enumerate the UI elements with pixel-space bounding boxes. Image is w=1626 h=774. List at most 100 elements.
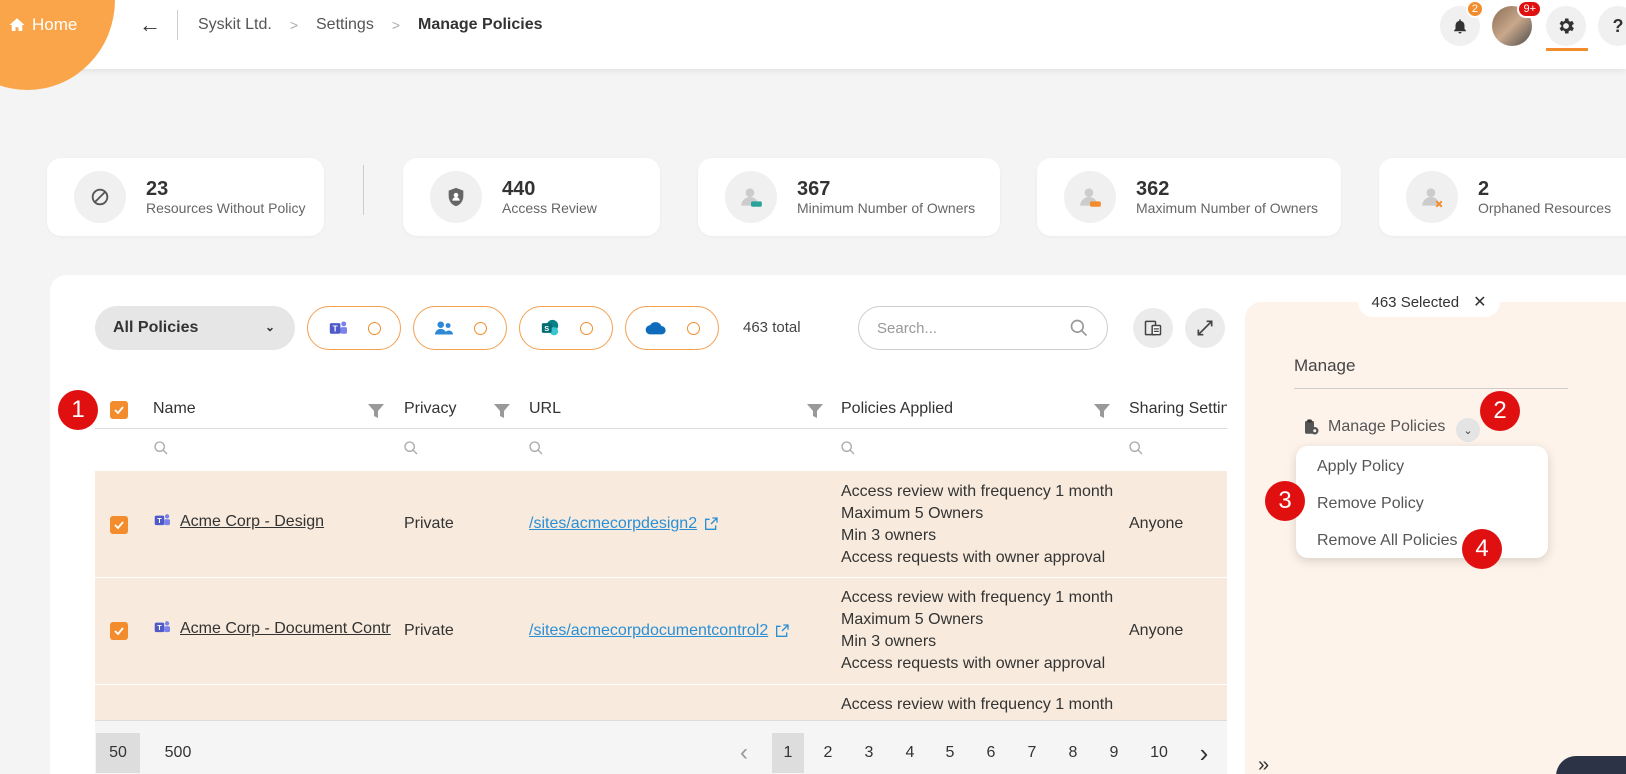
url-link[interactable]: /sites/acmecorpdesign2 [529, 515, 719, 533]
column-header-name[interactable]: Name [153, 400, 196, 418]
search-input[interactable]: Search... [858, 306, 1108, 350]
back-arrow-icon[interactable]: ← [139, 12, 161, 38]
stat-card-max-owners[interactable]: 362 Maximum Number of Owners [1037, 158, 1341, 236]
user-min-icon [725, 171, 777, 223]
svg-text:T: T [332, 324, 337, 333]
stat-card-orphaned[interactable]: 2 Orphaned Resources [1379, 158, 1626, 236]
next-page-icon[interactable]: › [1192, 733, 1216, 773]
stat-divider [363, 165, 364, 215]
breadcrumb-org[interactable]: Syskit Ltd. [198, 16, 272, 34]
column-header-privacy[interactable]: Privacy [404, 400, 456, 418]
settings-button[interactable] [1546, 6, 1586, 46]
page-size-option[interactable]: 500 [158, 733, 198, 773]
stat-card-without-policy[interactable]: 23 Resources Without Policy [47, 158, 324, 236]
search-icon[interactable] [1128, 440, 1144, 456]
resource-name-link[interactable]: Acme Corp - Design [180, 513, 396, 531]
stat-card-access-review[interactable]: 440 Access Review [403, 158, 660, 236]
filter-icon[interactable] [367, 402, 385, 420]
notifications-button[interactable]: 2 [1440, 0, 1484, 46]
teams-icon: T [329, 321, 347, 334]
filter-chip-teams[interactable]: T [307, 306, 401, 350]
onedrive-icon [645, 322, 666, 335]
expand-button[interactable] [1185, 308, 1225, 348]
policy-item: Access requests with owner approval [841, 549, 1106, 566]
policy-item: Min 3 owners [841, 527, 937, 544]
active-indicator [1546, 48, 1588, 51]
filter-chip-onedrive[interactable] [625, 306, 719, 350]
stat-label: Access Review [502, 200, 597, 216]
menu-item-apply-policy[interactable]: Apply Policy [1317, 458, 1404, 476]
home-link[interactable]: Home [8, 15, 77, 35]
chat-widget[interactable] [1556, 756, 1626, 774]
row-checkbox[interactable] [110, 622, 128, 640]
sharing-value: Anyone [1129, 622, 1184, 639]
column-header-url[interactable]: URL [529, 400, 561, 418]
filter-chip-toggle [473, 321, 487, 335]
stat-value: 440 [502, 178, 536, 200]
row-checkbox[interactable] [110, 516, 128, 534]
external-link-icon [776, 624, 789, 637]
bell-icon [1454, 19, 1466, 34]
page-number[interactable]: 10 [1139, 733, 1179, 773]
prev-page-icon[interactable]: ‹ [732, 733, 756, 773]
user-orphan-icon [1406, 171, 1458, 223]
menu-item-remove-policy[interactable]: Remove Policy [1317, 495, 1424, 513]
url-link[interactable]: /sites/acmecorpdocumentcontrol2 [529, 622, 790, 640]
policy-item: Maximum 5 Owners [841, 505, 984, 522]
filter-icon[interactable] [1093, 402, 1111, 420]
stat-card-min-owners[interactable]: 367 Minimum Number of Owners [698, 158, 1000, 236]
page-number[interactable]: 1 [772, 733, 804, 773]
page-number[interactable]: 3 [853, 733, 885, 773]
page-number[interactable]: 9 [1098, 733, 1130, 773]
page-number[interactable]: 2 [812, 733, 844, 773]
svg-text:T: T [157, 516, 162, 525]
policy-item: Maximum 5 Owners [841, 611, 984, 628]
close-icon[interactable]: ✕ [1473, 292, 1486, 312]
search-icon[interactable] [840, 440, 856, 456]
resource-name-link[interactable]: Acme Corp - Document Contr [180, 620, 396, 638]
step-marker-4: 4 [1462, 529, 1502, 569]
filter-icon[interactable] [493, 402, 511, 420]
manage-policies-button[interactable]: Manage Policies [1302, 418, 1445, 436]
menu-item-remove-all-policies[interactable]: Remove All Policies [1317, 532, 1458, 550]
double-chevron-right-icon[interactable]: » [1258, 754, 1269, 774]
breadcrumb-settings[interactable]: Settings [316, 16, 374, 34]
page-number[interactable]: 6 [975, 733, 1007, 773]
stat-label: Minimum Number of Owners [797, 200, 976, 216]
policy-item: Access requests with owner approval [841, 655, 1106, 672]
policies-list: Access review with frequency 1 month Max… [841, 481, 1113, 569]
privacy-value: Private [404, 515, 454, 532]
policy-item: Access review with frequency 1 month [841, 696, 1114, 713]
filter-chip-groups[interactable] [413, 306, 507, 350]
search-icon[interactable] [153, 440, 169, 456]
notifications-badge: 2 [1465, 0, 1484, 18]
page-number[interactable]: 8 [1057, 733, 1089, 773]
select-all-checkbox[interactable] [110, 401, 128, 419]
policy-filter-select[interactable]: All Policies ⌄ [95, 306, 295, 350]
chevron-down-icon: ⌄ [264, 320, 275, 334]
privacy-value: Private [404, 622, 454, 639]
column-header-sharing[interactable]: Sharing Settin [1129, 400, 1227, 418]
chevron-down-icon[interactable]: ⌄ [1456, 418, 1480, 442]
filter-chip-sharepoint[interactable]: S [519, 306, 613, 350]
manage-policies-label: Manage Policies [1328, 418, 1446, 435]
help-button[interactable]: ? [1598, 6, 1626, 46]
page-number[interactable]: 5 [934, 733, 966, 773]
page-size-option[interactable]: 50 [96, 733, 140, 773]
url-text: /sites/acmecorpdesign2 [529, 515, 698, 532]
search-icon[interactable] [403, 440, 419, 456]
column-header-policies[interactable]: Policies Applied [841, 400, 953, 418]
page-number[interactable]: 4 [894, 733, 926, 773]
selected-count: 463 Selected [1371, 293, 1460, 311]
expand-icon [1197, 320, 1213, 336]
page-number[interactable]: 7 [1016, 733, 1048, 773]
filter-chip-toggle [686, 321, 700, 335]
filter-icon[interactable] [806, 402, 824, 420]
policy-item: Access review with frequency 1 month [841, 589, 1114, 606]
filter-chip-toggle [579, 321, 593, 335]
search-icon[interactable] [1069, 318, 1089, 338]
columns-button[interactable] [1133, 308, 1173, 348]
policy-item: Min 3 owners [841, 633, 937, 650]
avatar[interactable]: 9+ [1492, 0, 1542, 46]
search-icon[interactable] [528, 440, 544, 456]
